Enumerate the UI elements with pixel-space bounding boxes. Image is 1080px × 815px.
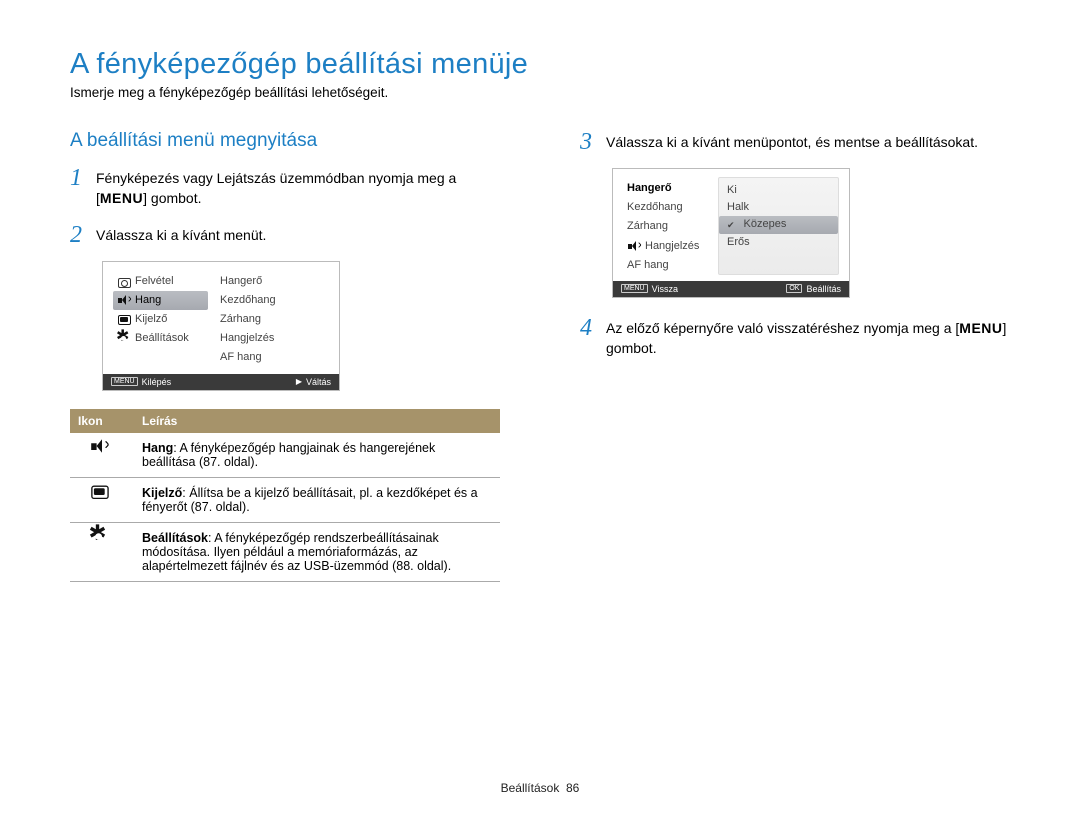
row2-text: : Állítsa be a kijelző beállításait, pl.… bbox=[142, 486, 478, 514]
menu-label: MENU bbox=[959, 320, 1002, 336]
speaker-icon bbox=[90, 437, 114, 461]
step-number: 3 bbox=[580, 130, 606, 154]
lcd2-left-4: AF hang bbox=[623, 256, 718, 275]
lcd2-left-1: Kezdőhang bbox=[623, 198, 718, 217]
step1-text-c: ] gombot. bbox=[143, 190, 201, 206]
table-head-desc: Leírás bbox=[134, 409, 500, 433]
check-icon: ✔ bbox=[727, 220, 735, 231]
speaker-icon bbox=[117, 294, 130, 307]
lcd1-right-1: Kezdőhang bbox=[216, 291, 329, 310]
triangle-right-icon: ▶ bbox=[296, 377, 302, 386]
step-number: 2 bbox=[70, 223, 96, 247]
icon-description-table: Ikon Leírás Hang: A fényképezőgép hangja… bbox=[70, 409, 500, 582]
menu-footer-icon: MENU bbox=[621, 284, 648, 293]
lcd2-right-1: Halk bbox=[719, 199, 838, 216]
step-number: 4 bbox=[580, 316, 606, 359]
lcd1-right-0: Hangerő bbox=[216, 272, 329, 291]
lcd2-right-2: Közepes bbox=[744, 218, 787, 231]
lcd1-right-2: Zárhang bbox=[216, 310, 329, 329]
lcd2-left-0: Hangerő bbox=[623, 179, 718, 198]
gear-icon bbox=[117, 332, 130, 345]
display-icon bbox=[90, 482, 114, 506]
lcd1-right-3: Hangjelzés bbox=[216, 329, 329, 348]
step-2: 2 Válassza ki a kívánt menüt. bbox=[70, 223, 500, 247]
step2-text: Válassza ki a kívánt menüt. bbox=[96, 223, 266, 247]
lcd-screenshot-2: Hangerő Kezdőhang Zárhang Hangjelzés AF … bbox=[612, 168, 850, 298]
lcd1-footer-right: Váltás bbox=[306, 377, 331, 387]
page-title: A fényképezőgép beállítási menüje bbox=[70, 48, 1010, 81]
step-1: 1 Fényképezés vagy Lejátszás üzemmódban … bbox=[70, 166, 500, 209]
menu-label: MENU bbox=[100, 190, 143, 206]
lcd2-right-3: Erős bbox=[719, 234, 838, 251]
camera-icon bbox=[117, 275, 130, 288]
lcd2-left-3: Hangjelzés bbox=[645, 240, 699, 253]
display-icon bbox=[117, 313, 130, 326]
row1-bold: Hang bbox=[142, 441, 173, 455]
lcd2-right-0: Ki bbox=[719, 182, 838, 199]
section-title: A beállítási menü megnyitása bbox=[70, 130, 500, 152]
lcd2-footer-left: Vissza bbox=[652, 284, 678, 294]
footer-section: Beállítások bbox=[501, 781, 560, 795]
lcd2-left-2: Zárhang bbox=[623, 217, 718, 236]
lcd1-right-4: AF hang bbox=[216, 348, 329, 367]
footer-page: 86 bbox=[566, 781, 579, 795]
ok-footer-icon: OK bbox=[786, 284, 802, 293]
speaker-icon bbox=[627, 240, 640, 253]
step3-text: Válassza ki a kívánt menüpontot, és ment… bbox=[606, 130, 978, 154]
table-head-icon: Ikon bbox=[70, 409, 134, 433]
lcd2-footer-right: Beállítás bbox=[806, 284, 841, 294]
step-3: 3 Válassza ki a kívánt menüpontot, és me… bbox=[580, 130, 1010, 154]
page-subtitle: Ismerje meg a fényképezőgép beállítási l… bbox=[70, 85, 1010, 100]
step-4: 4 Az előző képernyőre való visszatéréshe… bbox=[580, 316, 1010, 359]
step-number: 1 bbox=[70, 166, 96, 209]
gear-icon bbox=[90, 527, 114, 551]
lcd1-left-3: Beállítások bbox=[135, 332, 189, 345]
row2-bold: Kijelző bbox=[142, 486, 182, 500]
lcd1-left-2: Kijelző bbox=[135, 313, 167, 326]
lcd1-left-0: Felvétel bbox=[135, 275, 174, 288]
lcd1-footer-left: Kilépés bbox=[142, 377, 172, 387]
row1-text: : A fényképezőgép hangjainak és hangerej… bbox=[142, 441, 435, 469]
lcd-screenshot-1: Felvétel Hang Kijelző Beállítások Hanger… bbox=[102, 261, 340, 391]
lcd1-left-1: Hang bbox=[135, 294, 161, 307]
menu-footer-icon: MENU bbox=[111, 377, 138, 386]
row3-bold: Beállítások bbox=[142, 531, 208, 545]
step4-text-a: Az előző képernyőre való visszatéréshez … bbox=[606, 320, 959, 336]
page-footer: Beállítások 86 bbox=[0, 781, 1080, 795]
